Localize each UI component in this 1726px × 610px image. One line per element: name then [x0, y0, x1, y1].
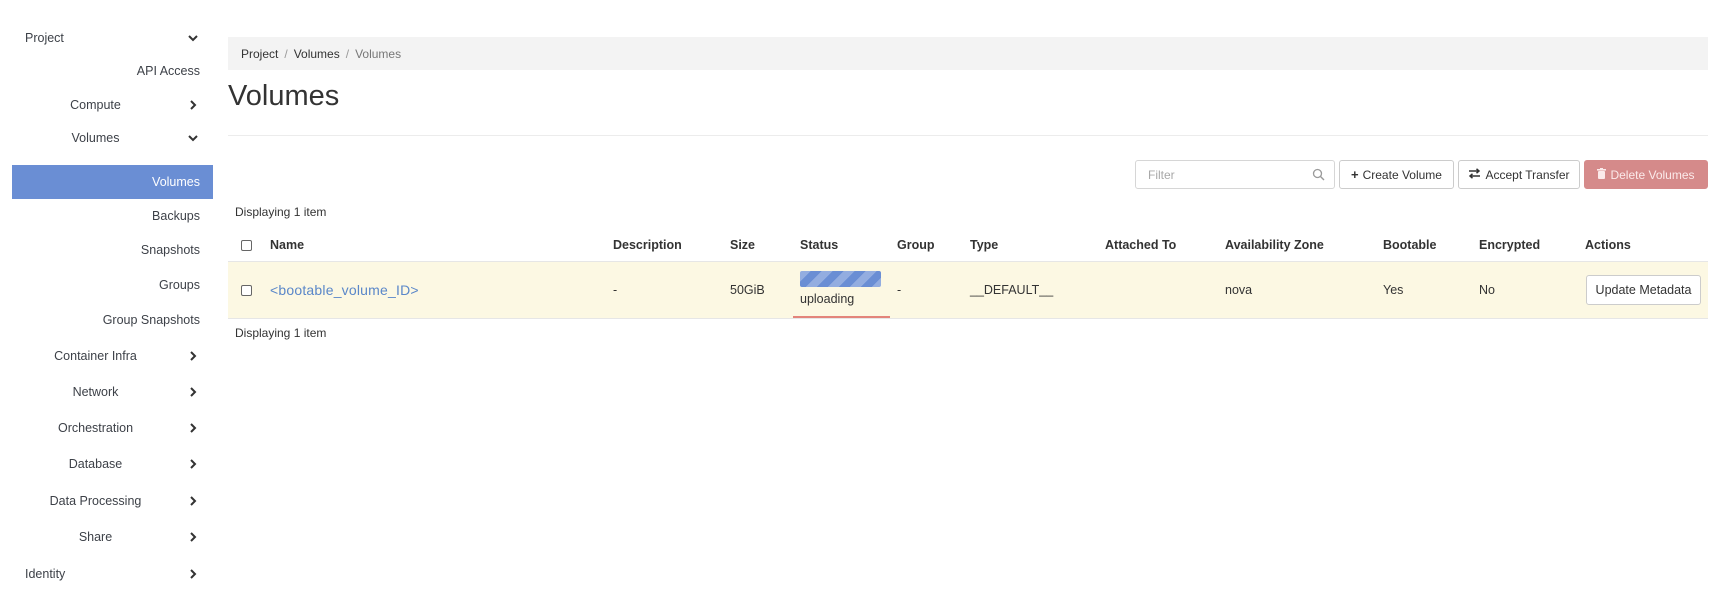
sidebar-item-label: Database: [68, 457, 123, 471]
sidebar-item-group-snapshots[interactable]: Group Snapshots: [12, 303, 213, 337]
search-icon[interactable]: [1312, 168, 1325, 181]
sidebar-item-label: Compute: [70, 98, 121, 112]
main-content: Project / Volumes / Volumes Volumes + Cr…: [228, 0, 1708, 610]
table-header: Name Description Size Status Group Type …: [228, 230, 1708, 263]
filter-input[interactable]: [1136, 161, 1306, 188]
delete-volumes-button[interactable]: Delete Volumes: [1584, 160, 1708, 189]
sidebar-item-snapshots[interactable]: Snapshots: [12, 233, 213, 267]
breadcrumb-separator: /: [345, 46, 350, 61]
chevron-right-icon: [186, 421, 200, 435]
column-header-encrypted[interactable]: Encrypted: [1479, 230, 1540, 261]
sidebar-item-label: Backups: [152, 209, 200, 223]
sidebar-item-database[interactable]: Database: [12, 447, 213, 481]
sidebar-item-orchestration[interactable]: Orchestration: [12, 411, 213, 445]
volume-name-link[interactable]: <bootable_volume_ID>: [270, 262, 419, 318]
sidebar-item-groups[interactable]: Groups: [12, 268, 213, 302]
breadcrumb-volumes[interactable]: Volumes: [294, 47, 340, 61]
create-volume-button[interactable]: + Create Volume: [1339, 160, 1454, 189]
sidebar-item-data-processing[interactable]: Data Processing: [12, 484, 213, 518]
sidebar-item-label: Project: [25, 31, 64, 45]
sidebar-item-label: Volumes: [71, 131, 120, 145]
sidebar-item-label: Data Processing: [49, 494, 142, 508]
sidebar-item-identity[interactable]: Identity: [12, 557, 213, 591]
column-header-size[interactable]: Size: [730, 230, 755, 261]
plus-icon: +: [1351, 167, 1359, 182]
item-count-footer: Displaying 1 item: [235, 326, 327, 340]
sidebar-item-api-access[interactable]: API Access: [12, 54, 213, 88]
column-header-attached-to[interactable]: Attached To: [1105, 230, 1176, 261]
delete-volumes-label: Delete Volumes: [1610, 167, 1695, 182]
column-header-availability-zone[interactable]: Availability Zone: [1225, 230, 1324, 261]
chevron-right-icon: [186, 349, 200, 363]
title-divider: [228, 135, 1708, 136]
column-header-status[interactable]: Status: [800, 230, 838, 261]
trash-icon: [1597, 167, 1607, 182]
table-row: <bootable_volume_ID> - 50GiB uploading -…: [228, 262, 1708, 319]
sidebar-item-label: Network: [72, 385, 119, 399]
chevron-right-icon: [186, 494, 200, 508]
page-title: Volumes: [228, 80, 340, 112]
volume-status: uploading: [800, 292, 855, 306]
breadcrumb: Project / Volumes / Volumes: [228, 37, 1708, 70]
chevron-down-icon: [186, 131, 200, 145]
sidebar-item-share[interactable]: Share: [12, 520, 213, 554]
volume-availability-zone: nova: [1225, 283, 1253, 297]
breadcrumb-project[interactable]: Project: [241, 47, 278, 61]
sidebar-item-label: Share: [78, 530, 113, 544]
sidebar-item-network[interactable]: Network: [12, 375, 213, 409]
breadcrumb-separator: /: [284, 46, 288, 61]
sidebar-item-label: Volumes: [152, 175, 200, 189]
column-header-group[interactable]: Group: [897, 230, 935, 261]
sidebar-item-label: Container Infra: [54, 349, 137, 363]
chevron-right-icon: [186, 385, 200, 399]
chevron-right-icon: [186, 567, 200, 581]
item-count: Displaying 1 item: [235, 205, 327, 219]
sidebar-item-project[interactable]: Project: [12, 21, 213, 55]
sidebar-item-compute[interactable]: Compute: [12, 88, 213, 122]
sidebar-item-label: Snapshots: [140, 243, 200, 257]
volume-encrypted: No: [1479, 283, 1495, 297]
create-volume-label: Create Volume: [1362, 167, 1442, 182]
column-header-actions: Actions: [1585, 238, 1631, 252]
column-header-type[interactable]: Type: [970, 230, 998, 261]
filter-box: [1135, 160, 1335, 189]
chevron-right-icon: [186, 530, 200, 544]
chevron-right-icon: [186, 457, 200, 471]
volume-group: -: [897, 283, 902, 297]
chevron-right-icon: [186, 98, 200, 112]
sidebar-nav: Project API Access Compute Volumes Volum…: [0, 0, 213, 610]
breadcrumb-current: Volumes: [355, 46, 402, 61]
sidebar-item-container-infra[interactable]: Container Infra: [12, 339, 213, 373]
accept-transfer-label: Accept Transfer: [1485, 167, 1570, 182]
sidebar-item-volumes[interactable]: Volumes: [12, 165, 213, 199]
chevron-down-icon: [186, 31, 200, 45]
sidebar-item-label: API Access: [136, 64, 200, 78]
sidebar-item-label: Orchestration: [57, 421, 134, 435]
volume-type: __DEFAULT__: [970, 283, 1054, 297]
status-progress-bar: [800, 271, 881, 287]
column-header-description[interactable]: Description: [613, 230, 682, 261]
volume-bootable: Yes: [1383, 283, 1404, 297]
sidebar-item-label: Identity: [25, 567, 66, 581]
row-select-checkbox[interactable]: [241, 285, 252, 296]
sidebar-item-backups[interactable]: Backups: [12, 199, 213, 233]
update-metadata-button[interactable]: Update Metadata: [1586, 275, 1701, 305]
volume-description: -: [613, 283, 618, 297]
select-all-checkbox[interactable]: [241, 240, 252, 251]
column-header-bootable[interactable]: Bootable: [1383, 230, 1436, 261]
sidebar-item-label: Groups: [159, 278, 200, 292]
sidebar-item-volumes-group[interactable]: Volumes: [12, 121, 213, 155]
sidebar-item-label: Group Snapshots: [102, 313, 200, 327]
volume-size: 50GiB: [730, 283, 765, 297]
transfer-icon: [1468, 167, 1481, 182]
column-header-name[interactable]: Name: [270, 230, 304, 261]
status-underline: [793, 316, 890, 318]
accept-transfer-button[interactable]: Accept Transfer: [1458, 160, 1580, 189]
